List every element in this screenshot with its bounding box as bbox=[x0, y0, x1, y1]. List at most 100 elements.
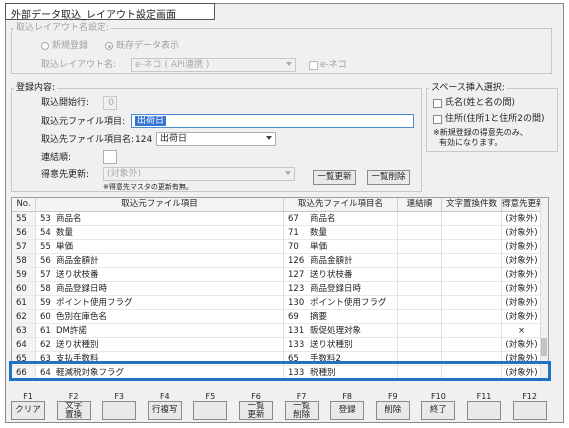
fkey-f2-button[interactable]: 文字 置換 bbox=[56, 401, 91, 420]
fkey-f6-button[interactable]: 一覧 更新 bbox=[239, 401, 273, 420]
table-scrollbar[interactable] bbox=[540, 198, 548, 380]
row-no: 63 bbox=[12, 324, 36, 338]
row-dest-name: 送り状枝番 bbox=[310, 270, 353, 280]
col-dest[interactable]: 取込先ファイル項目名 bbox=[284, 198, 398, 212]
source-item-input[interactable]: 出荷日 bbox=[131, 114, 414, 128]
mapping-table: No. 取込元ファイル項目 取込先ファイル項目名 連結順 文字置換件数 得意先更… bbox=[11, 197, 549, 381]
fkey-label: F4 bbox=[159, 392, 170, 401]
fkey-f1-button[interactable]: クリア bbox=[11, 401, 45, 420]
col-replace-count[interactable]: 文字置換件数 bbox=[442, 198, 502, 212]
chevron-down-icon bbox=[286, 62, 292, 66]
row-source-name: 送り状枝番 bbox=[56, 270, 99, 280]
space-insert-group-title: スペース挿入選択: bbox=[429, 83, 507, 94]
row-customer-update: (対象外) bbox=[502, 240, 542, 254]
row-dest: 127 送り状枝番 bbox=[284, 268, 398, 282]
row-source: 61 DM許諾 bbox=[36, 324, 284, 338]
row-source: 57 送り状枝番 bbox=[36, 268, 284, 282]
table-row[interactable]: 57 55 単価 70 単価 (対象外) bbox=[12, 240, 548, 254]
chevron-down-icon bbox=[266, 136, 272, 140]
table-row[interactable]: 63 61 DM許諾 131 販促処理対象 × bbox=[12, 324, 548, 338]
row-dest-name: 摘要 bbox=[310, 312, 328, 322]
row-source-name: DM許諾 bbox=[56, 326, 87, 336]
row-source-name: 商品登録日時 bbox=[56, 284, 108, 294]
row-dest: 126 商品金額計 bbox=[284, 254, 398, 268]
row-customer-update: (対象外) bbox=[502, 212, 542, 226]
fkey-f5-button[interactable] bbox=[193, 401, 228, 420]
table-row[interactable]: 64 62 送り状種別 133 送り状種別 (対象外) bbox=[12, 338, 548, 352]
table-row[interactable]: 55 53 商品名 67 商品名 (対象外) bbox=[12, 212, 548, 226]
fkey-f9-button[interactable]: 削除 bbox=[375, 401, 410, 420]
row-dest-no: 127 bbox=[288, 270, 305, 280]
fkey-label: F3 bbox=[114, 392, 125, 401]
row-source-name: ポイント使用フラグ bbox=[56, 298, 133, 308]
row-replace-count bbox=[442, 226, 502, 240]
radio-existing-label: 既存データ表示 bbox=[116, 41, 180, 51]
fkey-f8-button[interactable]: 登録 bbox=[330, 401, 365, 420]
radio-new-registration[interactable] bbox=[41, 42, 49, 50]
fkey-f7: F7 一覧 削除 bbox=[284, 392, 320, 421]
fkey-f12: F12 bbox=[512, 392, 548, 421]
row-source-name: 単価 bbox=[56, 242, 74, 252]
row-customer-update: (対象外) bbox=[502, 254, 542, 268]
customer-update-select[interactable]: (対象外) bbox=[103, 167, 295, 181]
row-source-no: 61 bbox=[40, 326, 51, 336]
fkey-f3-button[interactable] bbox=[102, 401, 137, 420]
space-address-checkbox[interactable] bbox=[433, 115, 442, 124]
row-source: 58 商品登録日時 bbox=[36, 282, 284, 296]
fkey-f4-button[interactable]: 行複写 bbox=[147, 401, 182, 420]
layout-name-select[interactable]: e-ネコ ( API連携 ) bbox=[131, 58, 296, 72]
fkey-label: F5 bbox=[205, 392, 216, 401]
table-row[interactable]: 61 59 ポイント使用フラグ 130 ポイント使用フラグ (対象外) bbox=[12, 296, 548, 310]
row-replace-count bbox=[442, 324, 502, 338]
table-row[interactable]: 59 57 送り状枝番 127 送り状枝番 (対象外) bbox=[12, 268, 548, 282]
fkey-f10-button[interactable]: 終了 bbox=[421, 401, 456, 420]
row-no: 58 bbox=[12, 254, 36, 268]
row-replace-count bbox=[442, 282, 502, 296]
space-name-label: 氏名(姓と名の間) bbox=[445, 98, 516, 108]
table-row[interactable]: 62 60 色別在庫色名 69 摘要 (対象外) bbox=[12, 310, 548, 324]
radio-existing-data[interactable] bbox=[105, 42, 113, 50]
row-customer-update: (対象外) bbox=[502, 226, 542, 240]
row-source: 59 ポイント使用フラグ bbox=[36, 296, 284, 310]
row-replace-count bbox=[442, 338, 502, 352]
col-customer-update[interactable]: 得意先更新 bbox=[502, 198, 542, 212]
row-no: 59 bbox=[12, 268, 36, 282]
row-dest-name: 単価 bbox=[310, 242, 328, 252]
row-customer-update: (対象外) bbox=[502, 282, 542, 296]
bulk-update-button[interactable]: 一覧更新 bbox=[313, 170, 356, 185]
col-source[interactable]: 取込元ファイル項目 bbox=[36, 198, 284, 212]
fkey-f8: F8 登録 bbox=[329, 392, 365, 421]
scrollbar-thumb[interactable] bbox=[541, 338, 547, 356]
row-source-no: 62 bbox=[40, 340, 51, 350]
radio-new-label: 新規登録 bbox=[52, 41, 89, 51]
dest-item-select[interactable]: 出荷日 bbox=[156, 132, 276, 146]
row-no: 56 bbox=[12, 226, 36, 240]
col-no[interactable]: No. bbox=[12, 198, 36, 212]
start-row-input[interactable]: 0 bbox=[103, 96, 117, 110]
row-dest-name: 送り状種別 bbox=[310, 340, 353, 350]
bulk-delete-button[interactable]: 一覧削除 bbox=[367, 170, 410, 185]
table-row[interactable]: 60 58 商品登録日時 123 商品登録日時 (対象外) bbox=[12, 282, 548, 296]
fkey-f7-button[interactable]: 一覧 削除 bbox=[284, 401, 319, 420]
concat-order-input[interactable] bbox=[103, 150, 117, 164]
col-concat[interactable]: 連結順 bbox=[398, 198, 442, 212]
fkey-f2: F2 文字 置換 bbox=[56, 392, 92, 421]
space-name-checkbox[interactable] bbox=[433, 99, 442, 108]
row-concat bbox=[398, 296, 442, 310]
table-row[interactable]: 58 56 商品金額計 126 商品金額計 (対象外) bbox=[12, 254, 548, 268]
fkey-f12-button[interactable] bbox=[512, 401, 547, 420]
table-row[interactable]: 56 54 数量 71 数量 (対象外) bbox=[12, 226, 548, 240]
registration-group-title: 登録内容: bbox=[14, 83, 58, 94]
row-concat bbox=[398, 310, 442, 324]
source-item-value: 出荷日 bbox=[135, 116, 167, 126]
layout-check-box[interactable] bbox=[309, 61, 318, 70]
fkey-f4: F4 行複写 bbox=[147, 392, 183, 421]
row-source-no: 59 bbox=[40, 298, 51, 308]
layout-check-label: e-ネコ bbox=[320, 60, 347, 70]
fkey-f1: F1 クリア bbox=[10, 392, 46, 421]
row-concat bbox=[398, 282, 442, 296]
row-source: 54 数量 bbox=[36, 226, 284, 240]
fkey-f11-button[interactable] bbox=[467, 401, 501, 420]
row-source-name: 商品名 bbox=[56, 214, 82, 224]
row-replace-count bbox=[442, 254, 502, 268]
